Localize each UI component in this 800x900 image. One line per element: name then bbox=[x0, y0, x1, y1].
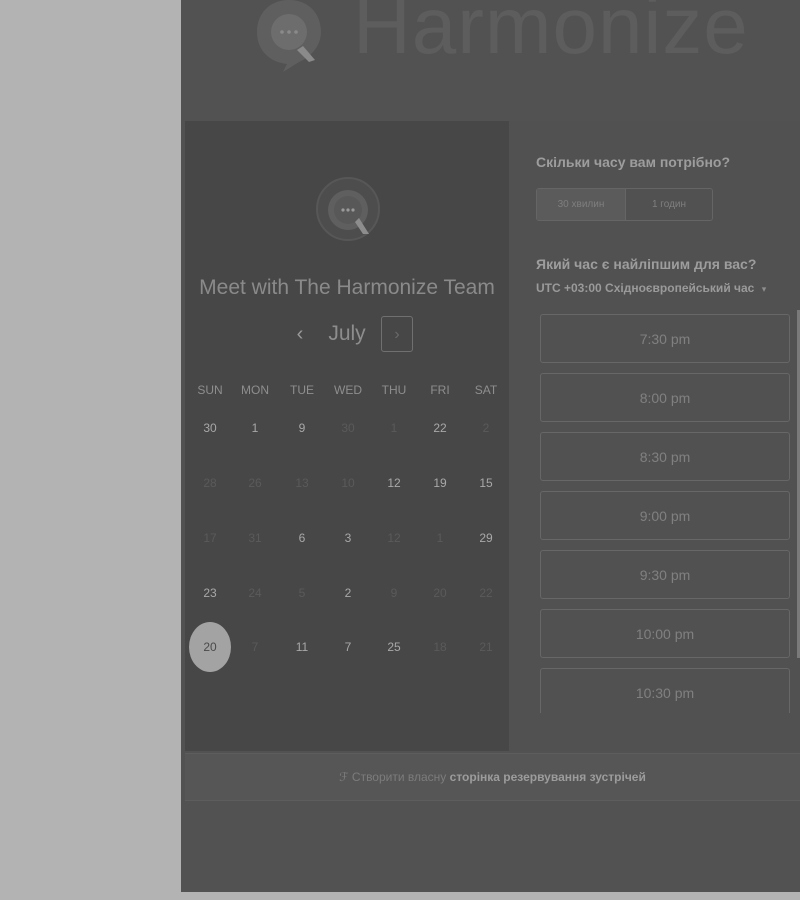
time-slot-button[interactable]: 9:30 pm bbox=[540, 550, 790, 599]
chevron-down-icon: ▾ bbox=[761, 284, 767, 294]
calendar-day[interactable]: 6 bbox=[282, 518, 322, 558]
calendar-day: 1 bbox=[436, 531, 444, 545]
calendar-day: 5 bbox=[298, 586, 306, 600]
calendar-day[interactable]: 30 bbox=[190, 408, 230, 448]
time-slot-button[interactable]: 8:30 pm bbox=[540, 432, 790, 481]
calendar-day: 1 bbox=[390, 421, 398, 435]
day-grid: 30 1 9 30 1 22 2 28 26 13 10 12 19 15 17 31 6 3 12 1 29 23 24 5… bbox=[185, 121, 509, 751]
calendar-panel: Meet with The Harmonize Team ‹ July › SU… bbox=[185, 121, 509, 751]
time-slot-button[interactable]: 10:00 pm bbox=[540, 609, 790, 658]
time-slot-button[interactable]: 10:30 pm bbox=[540, 668, 790, 713]
calendar-day[interactable]: 23 bbox=[190, 573, 230, 613]
calendar-day-selected[interactable]: 20 bbox=[189, 622, 231, 672]
calendar-day[interactable]: 19 bbox=[420, 463, 460, 503]
app-window: Harmonize Meet with The Harmonize Team ‹… bbox=[181, 0, 800, 892]
timezone-name: Східноєвропейський час bbox=[605, 281, 755, 295]
brand-name: Harmonize bbox=[353, 0, 749, 70]
harmonize-arrow-icon: ℱ bbox=[339, 770, 349, 784]
duration-selector: 30 хвилин 1 годин bbox=[536, 188, 713, 221]
calendar-day[interactable]: 7 bbox=[328, 627, 368, 667]
time-slot-button[interactable]: 8:00 pm bbox=[540, 373, 790, 422]
calendar-day[interactable]: 1 bbox=[235, 408, 275, 448]
calendar-day[interactable]: 11 bbox=[282, 627, 322, 667]
calendar-day: 9 bbox=[390, 586, 398, 600]
time-slot-button[interactable]: 9:00 pm bbox=[540, 491, 790, 540]
calendar-day: 7 bbox=[251, 640, 259, 654]
timezone-offset: UTC +03:00 bbox=[536, 281, 602, 295]
chat-bubble-q-icon bbox=[257, 0, 321, 72]
time-slot-list: 7:30 pm 8:00 pm 8:30 pm 9:00 pm 9:30 pm … bbox=[536, 313, 794, 713]
calendar-day[interactable]: 3 bbox=[328, 518, 368, 558]
calendar-day: 30 bbox=[341, 421, 355, 435]
time-slot-button[interactable]: 7:30 pm bbox=[540, 314, 790, 363]
header: Harmonize bbox=[181, 0, 800, 80]
calendar-day[interactable]: 12 bbox=[374, 463, 414, 503]
footer-link-text: сторінка резервування зустрічей bbox=[449, 770, 646, 784]
create-booking-page-link[interactable]: ℱ Створити власну сторінка резервування … bbox=[185, 754, 800, 802]
calendar-day[interactable]: 2 bbox=[328, 573, 368, 613]
calendar-day: 22 bbox=[479, 586, 493, 600]
calendar-day: 13 bbox=[295, 476, 309, 490]
time-question: Який час є найліпшим для вас? bbox=[536, 256, 757, 272]
calendar-day: 28 bbox=[203, 476, 217, 490]
footer-bar: ℱ Створити власну сторінка резервування … bbox=[185, 753, 800, 801]
duration-question: Скільки часу вам потрібно? bbox=[536, 154, 731, 170]
timezone-selector[interactable]: UTC +03:00 Східноєвропейський час ▾ bbox=[536, 281, 766, 295]
calendar-day: 12 bbox=[387, 531, 401, 545]
booking-panel: Скільки часу вам потрібно? 30 хвилин 1 г… bbox=[509, 121, 800, 751]
calendar-day: 24 bbox=[248, 586, 262, 600]
calendar-day[interactable]: 25 bbox=[374, 627, 414, 667]
calendar-day: 21 bbox=[479, 640, 493, 654]
calendar-day[interactable]: 15 bbox=[466, 463, 506, 503]
calendar-day[interactable]: 29 bbox=[466, 518, 506, 558]
calendar-day: 20 bbox=[433, 586, 447, 600]
footer-prefix: Створити власну bbox=[351, 770, 447, 784]
duration-option-1-hour[interactable]: 1 годин bbox=[626, 189, 712, 220]
calendar-day: 31 bbox=[248, 531, 262, 545]
calendar-day[interactable]: 9 bbox=[282, 408, 322, 448]
calendar-day: 2 bbox=[482, 421, 490, 435]
calendar-day: 17 bbox=[203, 531, 217, 545]
calendar-day[interactable]: 22 bbox=[420, 408, 460, 448]
calendar-day: 10 bbox=[341, 476, 355, 490]
calendar-day: 26 bbox=[248, 476, 262, 490]
duration-option-30-min[interactable]: 30 хвилин bbox=[537, 189, 626, 220]
calendar-day: 18 bbox=[433, 640, 447, 654]
